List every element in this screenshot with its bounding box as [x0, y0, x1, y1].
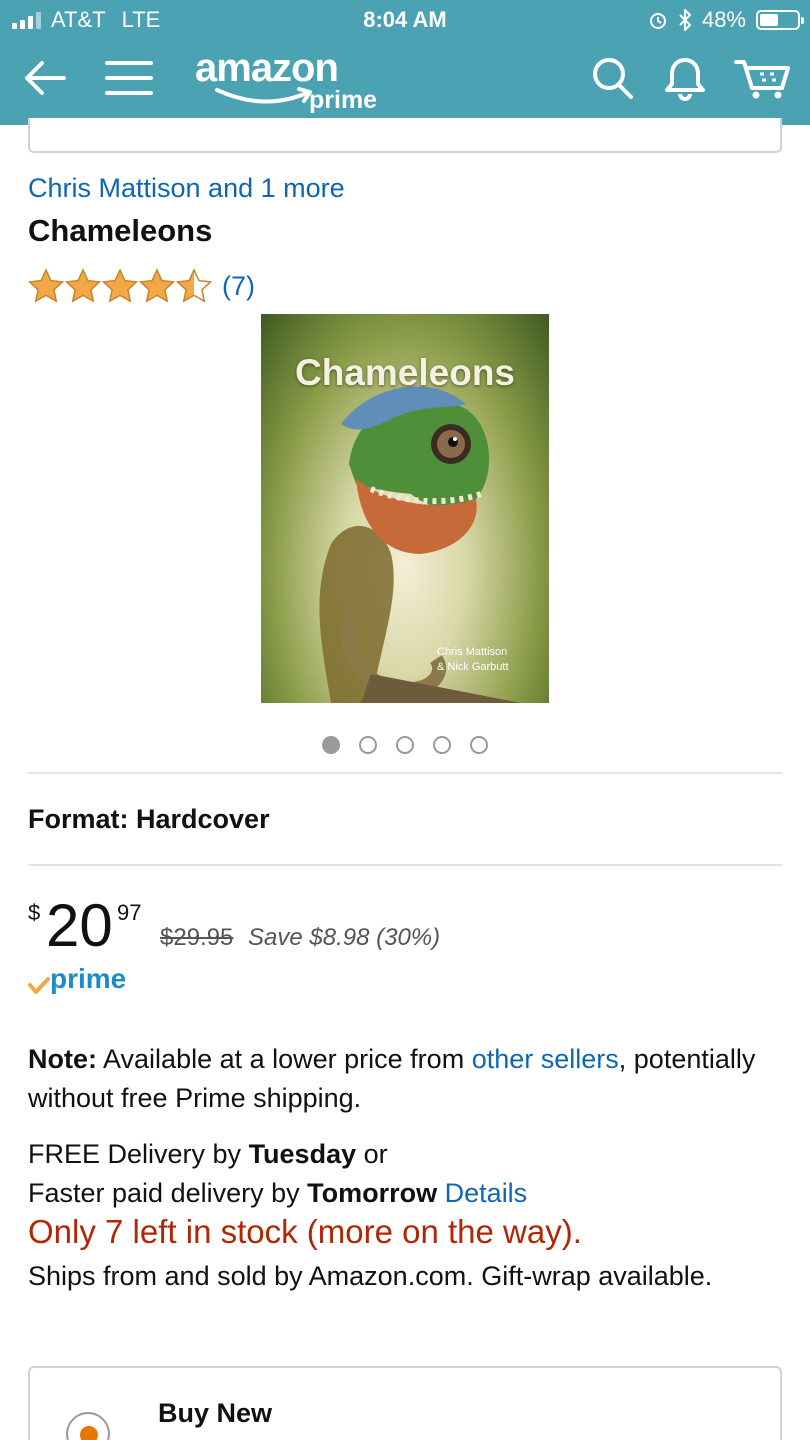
- prime-label: prime: [50, 963, 127, 994]
- cover-author-2: & Nick Garbutt: [437, 661, 509, 673]
- divider: [28, 772, 782, 774]
- back-arrow-icon[interactable]: [20, 54, 68, 102]
- battery-percent: 48%: [701, 7, 746, 32]
- free-delivery-line: FREE Delivery by Tuesday or: [28, 1135, 788, 1174]
- status-bar: AT&T LTE 8:04 AM 48%: [0, 0, 810, 40]
- buy-new-option[interactable]: Buy New: [28, 1366, 782, 1440]
- bluetooth-icon: [679, 9, 692, 31]
- book-cover-image[interactable]: Chameleons Chris Mattison & Nick Garbutt: [261, 314, 549, 703]
- divider: [28, 864, 782, 866]
- amazon-prime-logo[interactable]: amazon prime: [195, 46, 395, 116]
- logo-prime: prime: [309, 86, 378, 114]
- logo-wordmark: amazon: [195, 46, 339, 90]
- star-rating-icon: [28, 269, 212, 302]
- price-currency: $: [28, 900, 41, 925]
- carousel-dot[interactable]: [359, 736, 377, 754]
- format-value: Hardcover: [136, 804, 270, 834]
- status-right: 48%: [648, 7, 804, 33]
- ships-from-text: Ships from and sold by Amazon.com. Gift-…: [28, 1261, 713, 1291]
- price-cents: 97: [117, 900, 142, 925]
- rating-row[interactable]: (7): [28, 268, 255, 304]
- fast-delivery-text: Faster paid delivery by: [28, 1178, 300, 1208]
- stock-status: Only 7 left in stock (more on the way).: [28, 1213, 582, 1250]
- product-title: Chameleons: [28, 213, 213, 248]
- note-label: Note:: [28, 1044, 97, 1074]
- previous-section-box: [28, 118, 782, 153]
- author-link[interactable]: Chris Mattison and 1 more: [28, 173, 345, 204]
- nav-row: amazon prime: [0, 40, 810, 125]
- app-header: AT&T LTE 8:04 AM 48% amazon prime: [0, 0, 810, 125]
- note-text: Available at a lower price from: [103, 1044, 465, 1074]
- menu-icon[interactable]: [104, 54, 154, 102]
- format-label: Format:: [28, 804, 129, 834]
- cover-author-1: Chris Mattison: [437, 646, 508, 658]
- fast-delivery-day: Tomorrow: [307, 1178, 438, 1208]
- prime-check-icon: [28, 977, 50, 994]
- fast-delivery-line: Faster paid delivery by Tomorrow Details: [28, 1174, 788, 1213]
- cart-icon[interactable]: [734, 54, 792, 102]
- lower-price-note: Note: Available at a lower price from ot…: [28, 1040, 788, 1118]
- savings-text: Save $8.98 (30%): [248, 924, 441, 951]
- alarm-icon: [649, 13, 666, 29]
- carousel-dot[interactable]: [433, 736, 451, 754]
- image-carousel-dots[interactable]: [322, 736, 488, 754]
- carousel-dot[interactable]: [322, 736, 340, 754]
- delivery-info: FREE Delivery by Tuesday or Faster paid …: [28, 1135, 788, 1213]
- list-price: $29.95: [160, 924, 234, 951]
- buy-new-label: Buy New: [158, 1398, 273, 1428]
- cover-title: Chameleons: [294, 352, 515, 393]
- battery-icon: [756, 10, 804, 30]
- format-row[interactable]: Format: Hardcover: [28, 804, 270, 835]
- free-delivery-suffix: or: [363, 1139, 388, 1169]
- buy-new-radio[interactable]: [66, 1412, 110, 1440]
- other-sellers-link[interactable]: other sellers: [472, 1044, 619, 1074]
- free-delivery-day: Tuesday: [248, 1139, 357, 1169]
- bell-icon[interactable]: [662, 54, 708, 102]
- delivery-details-link[interactable]: Details: [445, 1178, 528, 1208]
- search-icon[interactable]: [590, 54, 636, 102]
- rating-count[interactable]: (7): [222, 271, 255, 302]
- carousel-dot[interactable]: [396, 736, 414, 754]
- free-delivery-text: FREE Delivery by: [28, 1139, 242, 1169]
- price-dollars: 20: [46, 892, 113, 959]
- smile-arrow-icon: [215, 87, 312, 104]
- cover-authors: Chris Mattison & Nick Garbutt: [437, 645, 509, 675]
- carousel-dot[interactable]: [470, 736, 488, 754]
